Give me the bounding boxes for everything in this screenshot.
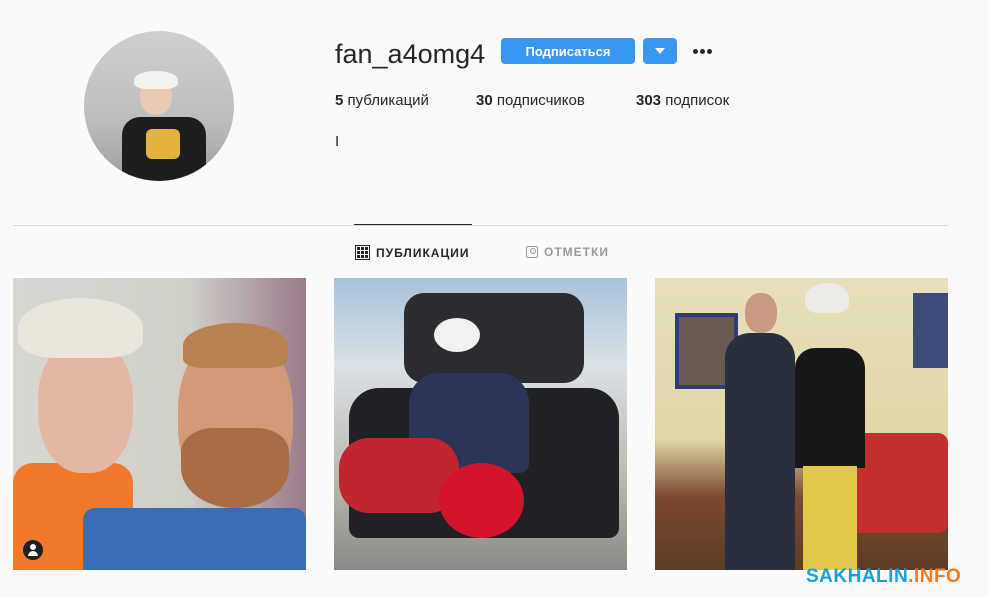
post-thumbnail-1[interactable] [13,278,306,570]
avatar-shirt-print [146,129,180,159]
stat-label: подписок [665,92,730,109]
post-right-frame [913,293,948,368]
watermark-part2: .INFO [908,566,962,587]
post-boy-pants [803,466,857,570]
tab-tagged-label: ОТМЕТКИ [544,245,609,259]
subscribe-button[interactable]: Подписаться [501,38,635,64]
grid-icon [355,245,370,260]
post-beard-right [181,428,289,508]
post-blue-gear [83,508,306,570]
active-tab-indicator [354,224,472,225]
tagged-user-icon [526,246,538,258]
stat-label: публикаций [347,92,429,109]
post-hair-right [183,323,288,368]
tabs-divider [13,225,948,226]
avatar-hair [134,71,178,89]
profile-username: fan_a4omg4 [335,39,486,69]
post-trunk-lid [404,293,584,383]
more-horizontal-icon [693,49,698,54]
post-person-hair [434,318,480,352]
suggestions-dropdown-button[interactable] [643,38,677,64]
watermark-part1: SAKHALIN [806,566,909,587]
tab-publications-label: ПУБЛИКАЦИИ [376,245,470,260]
profile-avatar[interactable] [84,31,234,181]
stat-count: 30 [476,92,493,109]
tab-publications[interactable]: ПУБЛИКАЦИИ [355,245,469,260]
avatar-lightsaber [84,31,115,95]
post-man-suit [725,333,795,570]
more-options-button[interactable] [690,38,716,64]
post-man-face [745,293,777,333]
stat-followers[interactable]: 30 подписчиков [476,92,585,109]
stat-following[interactable]: 303 подписок [636,92,729,109]
post-thumbnail-3[interactable] [655,278,948,570]
post-roses [439,463,524,538]
stat-publications: 5 публикаций [335,92,429,109]
stat-label: подписчиков [496,92,585,109]
post-face-left [38,338,133,473]
profile-bio: I [335,133,340,150]
post-boy-hair [805,283,849,313]
user-tag-icon[interactable] [23,540,43,560]
more-horizontal-icon [707,49,712,54]
watermark-logo: SAKHALIN.INFO [806,566,961,588]
chevron-down-icon [655,48,665,54]
stat-count: 303 [636,92,662,109]
post-thumbnail-2[interactable] [334,278,627,570]
post-boy-shirt [795,348,865,468]
stat-count: 5 [335,92,344,109]
post-hair-left [18,298,143,358]
tab-tagged[interactable]: ОТМЕТКИ [526,245,609,259]
more-horizontal-icon [700,49,705,54]
